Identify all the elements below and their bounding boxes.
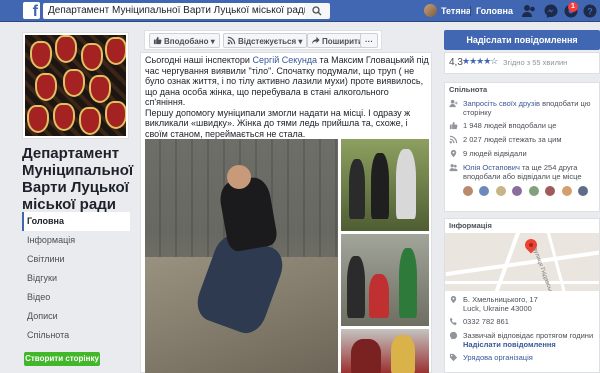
nav-item-community[interactable]: Спільнота (22, 326, 130, 345)
category-link[interactable]: Урядова організація (463, 353, 533, 362)
share-label: Поширити (322, 37, 363, 46)
tag-icon (449, 353, 458, 362)
rating-stars: ★★★★☆ (462, 56, 498, 66)
like-button[interactable]: Вподобано ▾ (149, 33, 220, 48)
likes-row: 1 948 людей вподобали це (445, 119, 599, 133)
rss-icon (449, 135, 458, 144)
phone-icon (449, 317, 457, 326)
nav-item-posts[interactable]: Дописи (22, 307, 130, 326)
check-in-icon (450, 149, 457, 158)
send-message-button[interactable]: Надіслати повідомлення (444, 30, 600, 50)
messenger-icon (449, 331, 458, 340)
page-title: Департамент Муніципальної Варти Луцької … (22, 145, 134, 213)
rating-summary[interactable]: 4,3 ★★★★☆ Згідно з 55 хвилин (444, 52, 600, 74)
post-text-intro: Сьогодні наші інспектори (145, 55, 253, 65)
phone-number: 0332 782 861 (463, 317, 509, 326)
friends-facepile (445, 183, 599, 197)
community-header[interactable]: Спільнота (445, 83, 599, 97)
community-box: Спільнота Запросіть своїх друзів вподоба… (444, 82, 600, 212)
invite-icon (449, 99, 458, 108)
nav-item-reviews[interactable]: Відгуки (22, 269, 130, 288)
like-label: Вподобано (164, 37, 209, 46)
follows-count: 2 027 людей стежать за цим (463, 135, 562, 144)
info-header[interactable]: Інформація (445, 219, 599, 233)
share-icon (311, 36, 320, 45)
invite-friends-link[interactable]: Запросіть своїх друзів (463, 99, 540, 108)
friend-avatar[interactable] (463, 186, 473, 196)
profile-link[interactable]: Тетяна (441, 0, 471, 22)
friend-avatar[interactable] (545, 186, 556, 196)
svg-text:?: ? (587, 7, 593, 17)
invite-friends-row: Запросіть своїх друзів вподобати цю стор… (445, 97, 599, 119)
nav-item-photos[interactable]: Світлини (22, 250, 130, 269)
more-options-button[interactable]: ··· (360, 33, 378, 48)
category-row: Урядова організація (445, 351, 599, 365)
address-row: Б. Хмельницького, 17 Luck, Ukraine 43000 (445, 293, 599, 315)
thumbs-up-icon (449, 121, 458, 130)
follow-label: Відстежується (238, 37, 297, 46)
friend-avatar[interactable] (561, 186, 572, 196)
post-photo-main[interactable] (145, 139, 338, 373)
facebook-logo[interactable]: f (23, 2, 40, 19)
visited-count: 9 людей відвідали (463, 149, 527, 158)
post-photo-4[interactable] (341, 329, 429, 373)
messenger-icon[interactable] (543, 3, 559, 19)
friend-avatar[interactable] (495, 186, 506, 196)
notifications-badge: 1 (568, 2, 578, 12)
post-photo-3[interactable] (341, 234, 429, 326)
visited-row: 9 людей відвідали (445, 147, 599, 161)
address-street: Б. Хмельницького, 17 (463, 295, 538, 304)
page-navigation: Головна Інформація Світлини Відгуки Віде… (22, 212, 130, 345)
send-message-link[interactable]: Надіслати повідомлення (463, 340, 556, 349)
friend-avatar[interactable] (528, 186, 539, 196)
likes-count: 1 948 людей вподобали це (463, 121, 557, 130)
rating-subtext: Згідно з 55 хвилин (503, 58, 568, 67)
help-icon[interactable]: ? (582, 3, 598, 19)
friend-name-link[interactable]: Юлія Остапович (463, 163, 520, 172)
page-profile-picture[interactable] (22, 32, 129, 139)
phone-row: 0332 782 861 (445, 315, 599, 329)
follows-row: 2 027 людей стежать за цим (445, 133, 599, 147)
response-row: Зазвичай відповідає протягом години Наді… (445, 329, 599, 351)
map-street-label: вулиця Гнідавська (531, 247, 555, 291)
rating-value: 4,3 (449, 57, 463, 68)
share-button[interactable]: Поширити (307, 33, 368, 48)
follow-button[interactable]: Відстежується ▾ (223, 33, 308, 48)
post-body: Сьогодні наші інспектори Сергій Секунда … (145, 55, 429, 139)
post-card: Сьогодні наші інспектори Сергій Секунда … (140, 52, 432, 373)
home-link[interactable]: Головна (476, 0, 513, 22)
create-page-button[interactable]: Створити сторінку (24, 352, 100, 366)
friend-avatar[interactable] (578, 186, 589, 196)
rss-icon (227, 36, 236, 45)
profile-image (25, 35, 126, 136)
friends-liked-row: Юлія Остапович та ще 254 друга вподобали… (445, 161, 599, 183)
post-photo-2[interactable] (341, 139, 429, 231)
location-pin-icon (450, 295, 457, 304)
friend-requests-icon[interactable] (521, 3, 537, 19)
nav-item-info[interactable]: Інформація (22, 231, 130, 250)
search-button[interactable] (305, 3, 330, 19)
page-action-bar: Вподобано ▾ Відстежується ▾ Поширити ··· (144, 30, 382, 50)
post-text-paragraph-2: Першу допомогу муніципали змогли надати … (145, 107, 411, 139)
mention-link[interactable]: Сергій Секунда (252, 55, 317, 65)
divider (470, 6, 471, 16)
user-avatar[interactable] (424, 4, 437, 17)
info-box: Інформація вулиця Гнідавська Б. Хмельниц… (444, 218, 600, 373)
location-map[interactable]: вулиця Гнідавська (445, 233, 599, 291)
friend-avatar[interactable] (479, 186, 490, 196)
response-time: Зазвичай відповідає протягом години (463, 331, 594, 340)
address-city: Luck, Ukraine 43000 (463, 304, 532, 313)
nav-item-home[interactable]: Головна (22, 212, 130, 231)
thumbs-up-icon (153, 36, 162, 45)
search-icon (312, 6, 322, 16)
nav-item-videos[interactable]: Відео (22, 288, 130, 307)
search-input[interactable]: Департамент Муніципальної Варти Луцької … (43, 3, 305, 19)
friends-icon (449, 164, 458, 172)
top-navigation-bar: f Департамент Муніципальної Варти Луцько… (0, 0, 600, 22)
friend-avatar[interactable] (512, 186, 523, 196)
